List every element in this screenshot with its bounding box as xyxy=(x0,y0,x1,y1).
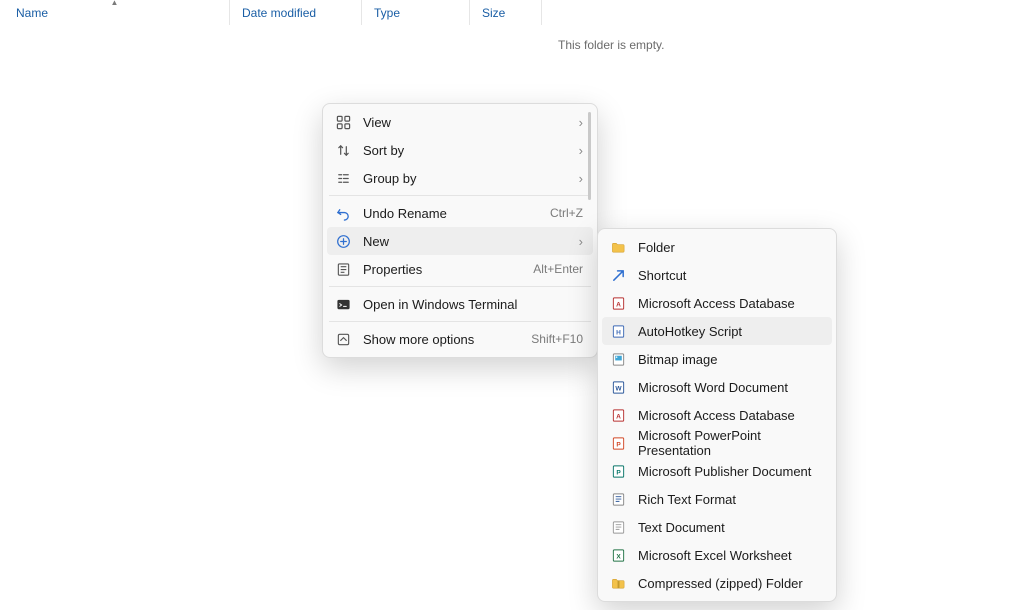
access-icon: A xyxy=(610,295,626,311)
menu-item-properties-shortcut: Alt+Enter xyxy=(533,262,583,276)
svg-text:P: P xyxy=(616,469,621,476)
column-header-date-modified[interactable]: Date modified xyxy=(230,0,362,25)
submenu-item-publisher[interactable]: P Microsoft Publisher Document xyxy=(602,457,832,485)
menu-item-show-more-label: Show more options xyxy=(363,332,523,347)
sort-icon xyxy=(335,142,351,158)
menu-item-properties[interactable]: Properties Alt+Enter xyxy=(327,255,593,283)
view-icon xyxy=(335,114,351,130)
menu-item-group-by[interactable]: Group by › xyxy=(327,164,593,192)
folder-icon xyxy=(610,239,626,255)
submenu-bitmap-label: Bitmap image xyxy=(638,352,822,367)
menu-item-properties-label: Properties xyxy=(363,262,525,277)
rtf-icon xyxy=(610,491,626,507)
menu-item-view-label: View xyxy=(363,115,571,130)
submenu-item-compressed-folder[interactable]: Compressed (zipped) Folder xyxy=(602,569,832,597)
svg-text:A: A xyxy=(616,301,621,308)
submenu-item-rtf[interactable]: Rich Text Format xyxy=(602,485,832,513)
new-icon xyxy=(335,233,351,249)
submenu-ppt-label: Microsoft PowerPoint Presentation xyxy=(638,428,822,458)
column-header-type[interactable]: Type xyxy=(362,0,470,25)
column-header-type-label: Type xyxy=(374,6,400,20)
submenu-access-label: Microsoft Access Database xyxy=(638,296,822,311)
svg-text:X: X xyxy=(616,553,621,560)
submenu-publisher-label: Microsoft Publisher Document xyxy=(638,464,822,479)
bitmap-icon xyxy=(610,351,626,367)
submenu-item-shortcut[interactable]: Shortcut xyxy=(602,261,832,289)
text-icon xyxy=(610,519,626,535)
menu-separator xyxy=(329,321,591,322)
menu-item-undo-rename[interactable]: Undo Rename Ctrl+Z xyxy=(327,199,593,227)
group-icon xyxy=(335,170,351,186)
submenu-ahk-label: AutoHotkey Script xyxy=(638,324,822,339)
empty-folder-message: This folder is empty. xyxy=(558,38,664,52)
submenu-item-powerpoint[interactable]: P Microsoft PowerPoint Presentation xyxy=(602,429,832,457)
context-menu: View › Sort by › Group by › Undo Rename … xyxy=(322,103,598,358)
submenu-word-label: Microsoft Word Document xyxy=(638,380,822,395)
shortcut-icon xyxy=(610,267,626,283)
submenu-item-autohotkey-script[interactable]: H AutoHotkey Script xyxy=(602,317,832,345)
submenu-item-access-database-2[interactable]: A Microsoft Access Database xyxy=(602,401,832,429)
access-icon: A xyxy=(610,407,626,423)
excel-icon: X xyxy=(610,547,626,563)
chevron-right-icon: › xyxy=(579,143,583,158)
menu-item-show-more-shortcut: Shift+F10 xyxy=(531,332,583,346)
zip-folder-icon xyxy=(610,575,626,591)
menu-item-sort-by[interactable]: Sort by › xyxy=(327,136,593,164)
menu-item-show-more-options[interactable]: Show more options Shift+F10 xyxy=(327,325,593,353)
menu-item-sort-by-label: Sort by xyxy=(363,143,571,158)
menu-item-undo-shortcut: Ctrl+Z xyxy=(550,206,583,220)
submenu-zip-label: Compressed (zipped) Folder xyxy=(638,576,822,591)
powerpoint-icon: P xyxy=(610,435,626,451)
sort-indicator-up-icon: ▲ xyxy=(111,0,119,7)
chevron-right-icon: › xyxy=(579,115,583,130)
menu-separator xyxy=(329,286,591,287)
chevron-right-icon: › xyxy=(579,234,583,249)
svg-text:W: W xyxy=(615,385,622,392)
menu-item-new-label: New xyxy=(363,234,571,249)
word-icon: W xyxy=(610,379,626,395)
menu-item-view[interactable]: View › xyxy=(327,108,593,136)
menu-item-group-by-label: Group by xyxy=(363,171,571,186)
submenu-item-excel-worksheet[interactable]: X Microsoft Excel Worksheet xyxy=(602,541,832,569)
properties-icon xyxy=(335,261,351,277)
undo-icon xyxy=(335,205,351,221)
submenu-item-bitmap-image[interactable]: Bitmap image xyxy=(602,345,832,373)
column-header-date-label: Date modified xyxy=(242,6,316,20)
svg-text:P: P xyxy=(616,441,621,448)
submenu-access2-label: Microsoft Access Database xyxy=(638,408,822,423)
menu-item-undo-label: Undo Rename xyxy=(363,206,542,221)
submenu-excel-label: Microsoft Excel Worksheet xyxy=(638,548,822,563)
column-header-name-label: Name xyxy=(16,6,48,20)
submenu-item-text-document[interactable]: Text Document xyxy=(602,513,832,541)
submenu-rtf-label: Rich Text Format xyxy=(638,492,822,507)
submenu-shortcut-label: Shortcut xyxy=(638,268,822,283)
submenu-text-label: Text Document xyxy=(638,520,822,535)
chevron-right-icon: › xyxy=(579,171,583,186)
column-header-name[interactable]: ▲ Name xyxy=(0,0,230,25)
publisher-icon: P xyxy=(610,463,626,479)
svg-text:H: H xyxy=(616,329,621,336)
svg-text:A: A xyxy=(616,413,621,420)
submenu-item-word-document[interactable]: W Microsoft Word Document xyxy=(602,373,832,401)
submenu-item-folder[interactable]: Folder xyxy=(602,233,832,261)
show-more-icon xyxy=(335,331,351,347)
submenu-item-access-database[interactable]: A Microsoft Access Database xyxy=(602,289,832,317)
menu-item-open-terminal[interactable]: Open in Windows Terminal xyxy=(327,290,593,318)
submenu-folder-label: Folder xyxy=(638,240,822,255)
menu-item-terminal-label: Open in Windows Terminal xyxy=(363,297,583,312)
ahk-icon: H xyxy=(610,323,626,339)
menu-item-new[interactable]: New › xyxy=(327,227,593,255)
terminal-icon xyxy=(335,296,351,312)
column-header-row: ▲ Name Date modified Type Size xyxy=(0,0,1024,26)
new-submenu: Folder Shortcut A Microsoft Access Datab… xyxy=(597,228,837,602)
column-header-size-label: Size xyxy=(482,6,505,20)
column-header-size[interactable]: Size xyxy=(470,0,542,25)
menu-separator xyxy=(329,195,591,196)
